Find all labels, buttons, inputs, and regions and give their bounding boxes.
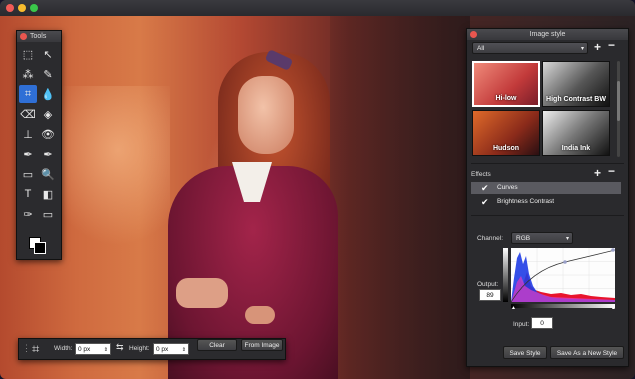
style-thumbnail-label: High Contrast BW [546, 96, 606, 103]
crop-icon[interactable]: ⌗ [19, 85, 37, 103]
clear-button[interactable]: Clear [197, 339, 237, 351]
pointer-icon[interactable]: ↖ [39, 45, 57, 63]
style-thumbnail-label: Hi-low [495, 95, 517, 102]
style-thumbnail[interactable]: India Ink [542, 110, 610, 156]
marquee-icon[interactable]: ⬚ [19, 45, 37, 63]
save-as-new-style-button[interactable]: Save As a New Style [550, 346, 624, 359]
output-gradient-bar [503, 248, 508, 302]
effect-label: Curves [497, 184, 518, 191]
drop-icon[interactable]: 💧 [39, 85, 57, 103]
width-value: 0 px [78, 346, 91, 353]
style-thumbnail[interactable]: Hi-low [472, 61, 540, 107]
tools-panel-title: Tools [30, 33, 47, 40]
add-effect-icon[interactable]: + [594, 166, 601, 180]
photo-subject-face [238, 76, 294, 154]
fill-icon[interactable]: ◈ [39, 105, 57, 123]
image-style-header[interactable]: Image style [467, 29, 628, 40]
height-input[interactable]: 0 px ⇕ [153, 343, 189, 355]
channel-value: RGB [516, 235, 531, 242]
zoom-icon[interactable]: 🔍 [39, 165, 57, 183]
eraser-icon[interactable]: ⌫ [19, 105, 37, 123]
width-input[interactable]: 0 px ⇕ [75, 343, 111, 355]
eye-icon[interactable]: 👁 [39, 125, 57, 143]
height-label: Height: [129, 345, 150, 352]
from-image-button[interactable]: From Image [241, 339, 283, 351]
effect-checkbox[interactable]: ✔ [481, 197, 491, 207]
text-icon[interactable]: T [19, 185, 37, 203]
drag-handle-icon[interactable]: ⋮ [22, 343, 31, 354]
style-thumbnail[interactable]: High Contrast BW [542, 61, 610, 107]
tools-panel: Tools ⬚ ↖ ⁂ ✎ ⌗ 💧 ⌫ ◈ ⊥ 👁 ✒ ✒ ▭ 🔍 T ◧ ✑ ▭ [16, 30, 62, 260]
effect-label: Brightness Contrast [497, 198, 555, 205]
swap-dimensions-icon[interactable]: ⇆ [116, 342, 124, 353]
photo-subject-hand-2 [245, 306, 275, 324]
curves-histogram[interactable] [510, 248, 616, 303]
thumbnails-scrollbar[interactable] [617, 61, 620, 157]
channel-label: Channel: [477, 235, 504, 242]
width-label: Width: [54, 345, 73, 352]
shape-icon[interactable]: ▭ [39, 205, 57, 223]
chevron-down-icon: ▾ [580, 46, 584, 52]
input-value-field[interactable]: 0 [531, 317, 553, 329]
pen-icon[interactable]: ✑ [19, 205, 37, 223]
effects-section-title: Effects [471, 171, 491, 178]
zoom-window-button[interactable] [30, 4, 38, 12]
black-point-handle-icon[interactable]: ▲ [511, 305, 516, 311]
title-bar [0, 0, 635, 16]
height-stepper-icon[interactable]: ⇕ [182, 344, 186, 356]
style-filter-select[interactable]: All ▾ [472, 42, 588, 54]
gradient-icon[interactable]: ◧ [39, 185, 57, 203]
save-style-button[interactable]: Save Style [503, 346, 547, 359]
divider [471, 215, 624, 216]
channel-select[interactable]: RGB ▾ [511, 232, 573, 244]
crop-options-bar: ⋮ ⌗ Width: 0 px ⇕ ⇆ Height: 0 px ⇕ Clear… [18, 338, 286, 360]
eyedropper-icon[interactable]: ✒ [19, 145, 37, 163]
input-gradient-bar [511, 304, 615, 308]
stamp-icon[interactable]: ⊥ [19, 125, 37, 143]
background-color-swatch[interactable] [34, 242, 46, 254]
height-value: 0 px [156, 346, 169, 353]
crop-tool-icon: ⌗ [32, 341, 40, 356]
effect-checkbox[interactable]: ✔ [481, 183, 491, 193]
brush-icon[interactable]: ✎ [39, 65, 57, 83]
style-filter-value: All [477, 45, 485, 52]
style-thumbnail-label: India Ink [561, 145, 591, 152]
chevron-down-icon: ▾ [565, 236, 569, 242]
output-label: Output: [477, 281, 499, 288]
tools-close-button[interactable] [20, 33, 27, 40]
close-window-button[interactable] [6, 4, 14, 12]
effect-row[interactable]: ✔ Brightness Contrast [471, 196, 621, 208]
image-style-panel: Image style All ▾ + − Hi-low High Contras… [466, 28, 629, 367]
eyedropper-plus-icon[interactable]: ✒ [39, 145, 57, 163]
add-style-icon[interactable]: + [594, 40, 601, 54]
histogram-chart [510, 248, 616, 303]
output-input[interactable]: 89 [479, 289, 501, 301]
tools-panel-header[interactable]: Tools [17, 31, 61, 42]
input-label: Input: [513, 321, 530, 328]
white-point-handle-icon[interactable]: ▲ [611, 305, 616, 311]
remove-effect-icon[interactable]: − [608, 164, 615, 178]
effect-row[interactable]: ✔ Curves [471, 182, 621, 194]
magic-wand-icon[interactable]: ⁂ [19, 65, 37, 83]
remove-style-icon[interactable]: − [608, 38, 615, 52]
minimize-window-button[interactable] [18, 4, 26, 12]
image-style-title: Image style [529, 31, 566, 38]
app-window: Tools ⬚ ↖ ⁂ ✎ ⌗ 💧 ⌫ ◈ ⊥ 👁 ✒ ✒ ▭ 🔍 T ◧ ✑ ▭ ⋮ ⌗ Width: 0 px… [0, 0, 635, 379]
style-thumbnail[interactable]: Hudson [472, 110, 540, 156]
image-style-close-button[interactable] [470, 31, 477, 38]
photo-wall [330, 16, 470, 379]
style-thumbnail-label: Hudson [492, 145, 520, 152]
rectangle-tool-icon[interactable]: ▭ [19, 165, 37, 183]
width-stepper-icon[interactable]: ⇕ [104, 344, 108, 356]
divider [471, 163, 624, 164]
photo-subject-hand [176, 278, 228, 308]
